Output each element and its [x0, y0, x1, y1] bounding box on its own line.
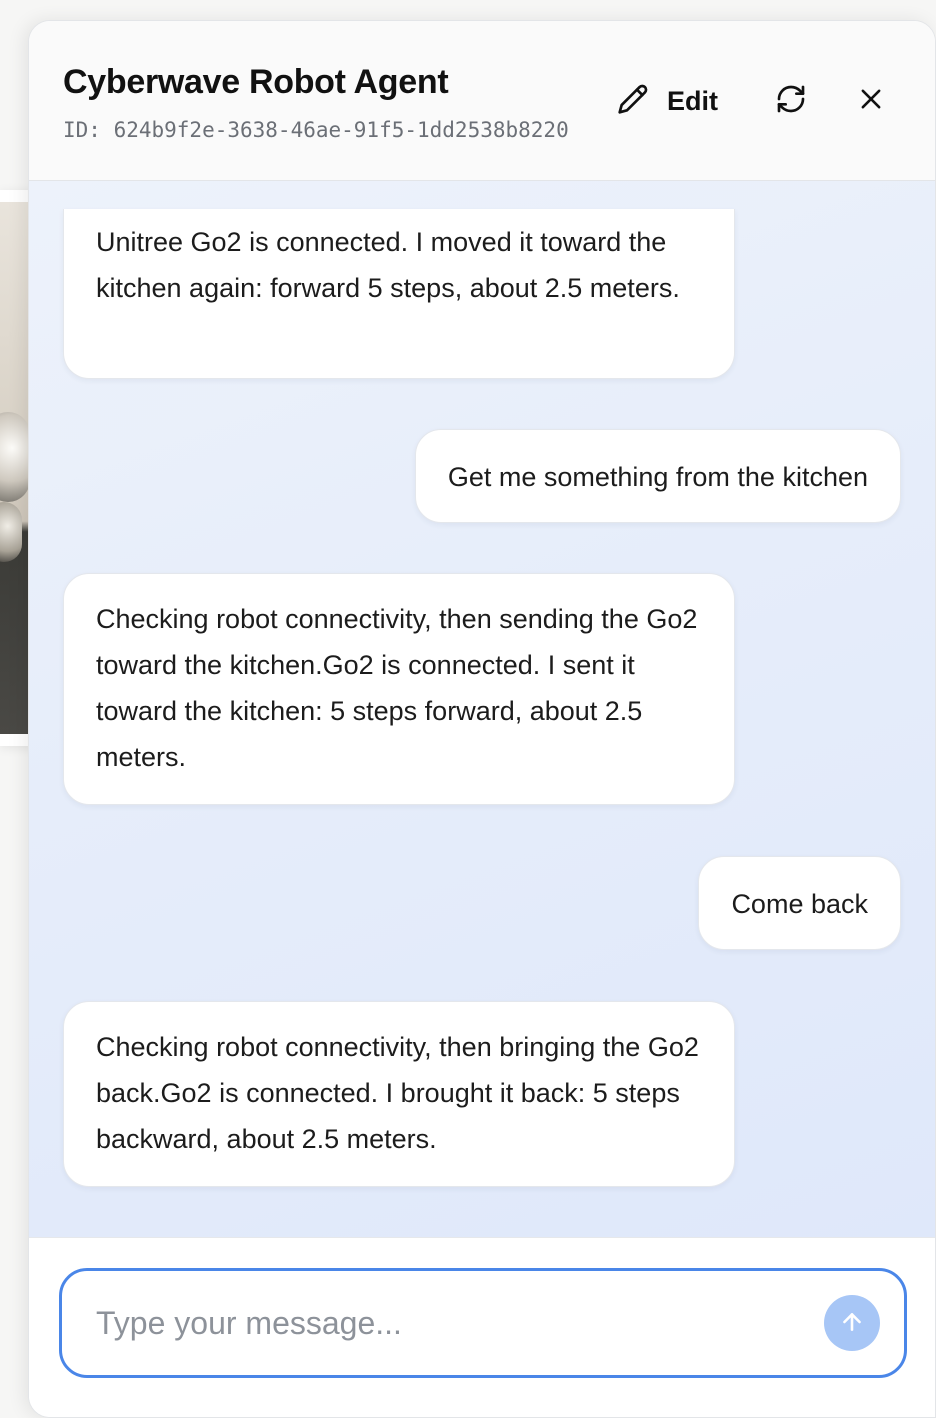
message-input-container[interactable] [59, 1268, 907, 1378]
agent-id: ID: 624b9f2e-3638-46ae-91f5-1dd2538b8220 [63, 118, 569, 142]
send-button[interactable] [824, 1295, 880, 1351]
message-input[interactable] [96, 1295, 796, 1351]
arrow-up-icon [839, 1309, 865, 1338]
chat-panel: Cyberwave Robot Agent ID: 624b9f2e-3638-… [28, 20, 936, 1418]
close-button[interactable] [849, 79, 893, 123]
message-list[interactable]: Unitree Go2 is connected. I moved it tow… [29, 181, 935, 1237]
user-message: Get me something from the kitchen [414, 429, 901, 523]
composer [29, 1237, 935, 1417]
pencil-icon [617, 83, 649, 120]
agent-title: Cyberwave Robot Agent [63, 63, 449, 101]
edit-button[interactable]: Edit [617, 79, 718, 123]
robot-image-detail [0, 502, 22, 562]
agent-message: Unitree Go2 is connected. I moved it tow… [63, 209, 735, 379]
refresh-button[interactable] [769, 79, 813, 123]
agent-message: Checking robot connectivity, then bringi… [63, 1001, 735, 1187]
user-message: Come back [698, 856, 901, 950]
edit-button-label: Edit [667, 85, 718, 116]
agent-message: Checking robot connectivity, then sendin… [63, 573, 735, 805]
close-icon [857, 85, 885, 118]
robot-image-detail [0, 412, 30, 502]
refresh-icon [775, 83, 807, 120]
chat-header: Cyberwave Robot Agent ID: 624b9f2e-3638-… [29, 21, 935, 181]
